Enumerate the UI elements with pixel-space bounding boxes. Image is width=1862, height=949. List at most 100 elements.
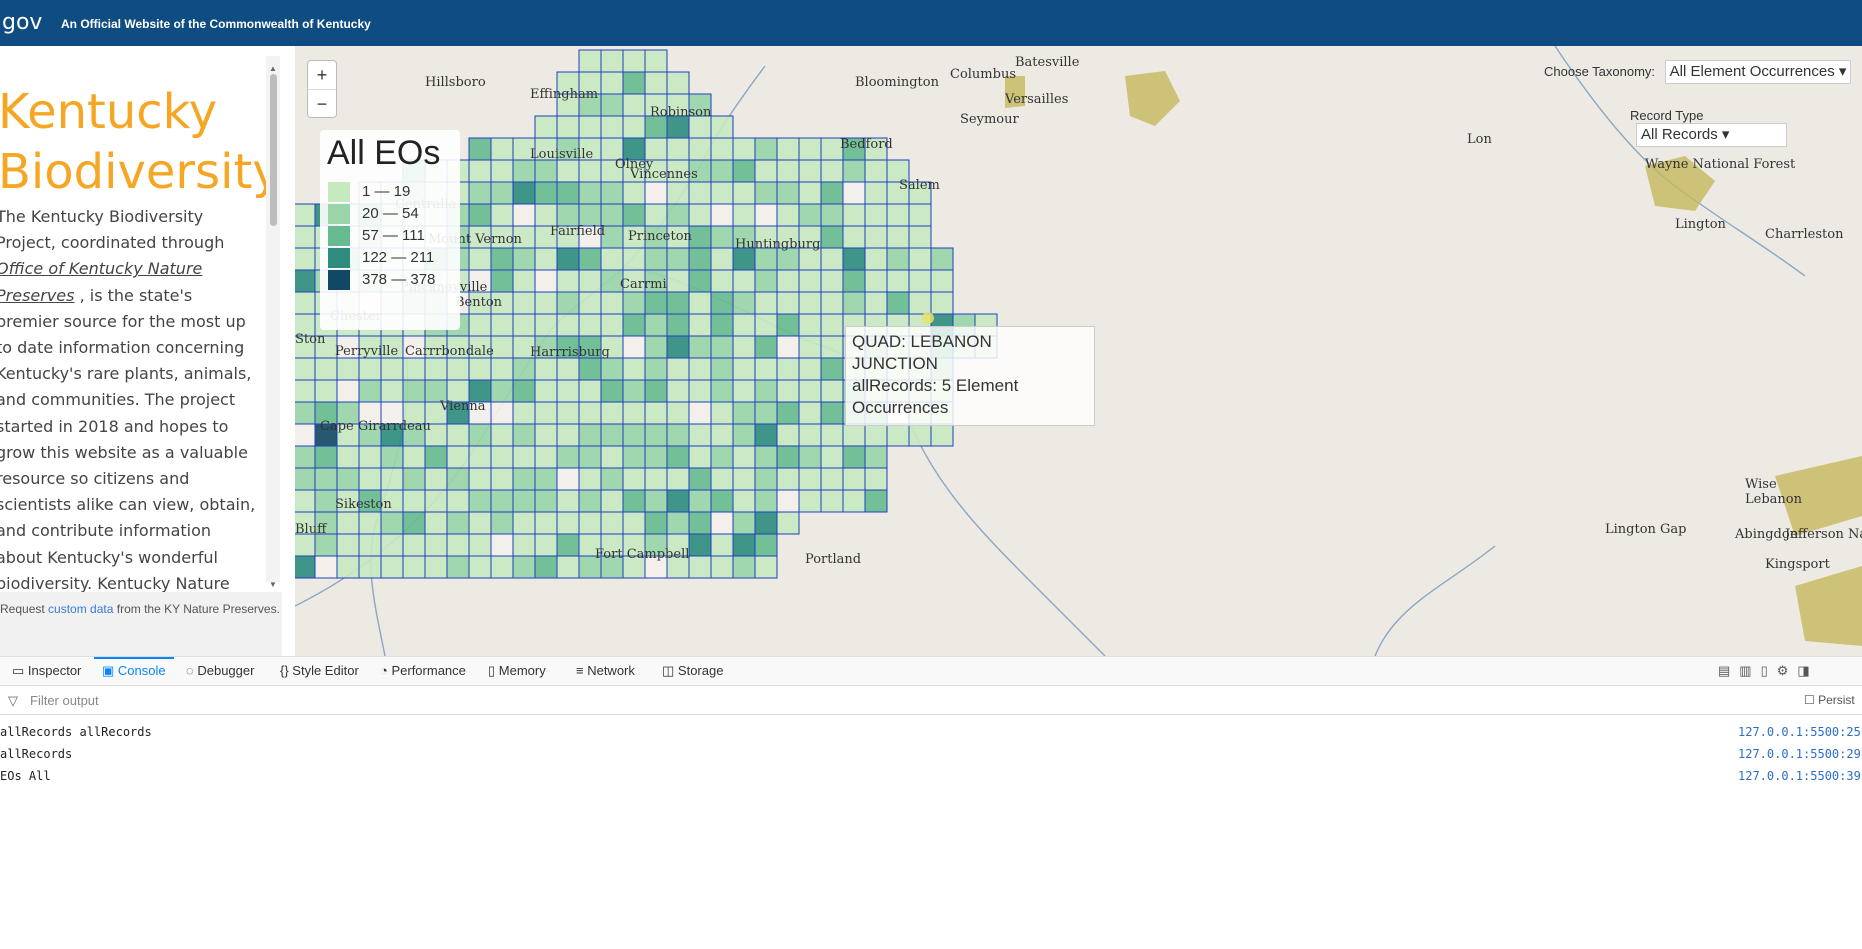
quad-cell[interactable] [446,467,470,491]
quad-cell[interactable] [512,401,536,425]
quad-cell[interactable] [534,357,558,381]
quad-cell[interactable] [578,423,602,447]
quad-cell[interactable] [600,511,624,535]
quad-cell[interactable] [644,313,668,337]
tab-performance[interactable]: ◔ Performance [380,663,466,678]
quad-cell[interactable] [732,489,756,513]
quad-cell[interactable] [776,313,800,337]
quad-cell[interactable] [490,313,514,337]
quad-cell[interactable] [864,247,888,271]
quad-cell[interactable] [336,511,360,535]
quad-cell[interactable] [600,379,624,403]
quad-cell[interactable] [864,269,888,293]
quad-cell[interactable] [710,291,734,315]
quad-cell[interactable] [820,159,844,183]
quad-cell[interactable] [930,423,954,447]
quad-cell[interactable] [798,269,822,293]
quad-cell[interactable] [710,335,734,359]
quad-cell[interactable] [710,489,734,513]
quad-cell[interactable] [336,379,360,403]
quad-cell[interactable] [666,423,690,447]
quad-cell[interactable] [886,269,910,293]
taxonomy-select[interactable]: All Element Occurrences ▾ [1664,60,1851,84]
quad-cell[interactable] [820,225,844,249]
quad-cell[interactable] [556,115,580,139]
quad-cell[interactable] [886,423,910,447]
quad-cell[interactable] [490,335,514,359]
quad-cell[interactable] [666,335,690,359]
quad-cell[interactable] [710,137,734,161]
responsive-mode-icon[interactable]: ▯ [1761,663,1777,678]
quad-cell[interactable] [622,335,646,359]
quad-cell[interactable] [820,335,844,359]
quad-cell[interactable] [908,291,932,315]
quad-cell[interactable] [776,181,800,205]
quad-cell[interactable] [512,423,536,447]
quad-cell[interactable] [295,247,316,271]
quad-cell[interactable] [600,203,624,227]
quad-cell[interactable] [732,379,756,403]
quad-cell[interactable] [798,445,822,469]
quad-cell[interactable] [754,181,778,205]
quad-cell[interactable] [358,467,382,491]
quad-cell[interactable] [534,401,558,425]
quad-cell[interactable] [556,269,580,293]
tab-memory[interactable]: ▯ Memory [488,663,546,679]
quad-cell[interactable] [468,247,492,271]
quad-cell[interactable] [864,291,888,315]
quad-cell[interactable] [776,489,800,513]
filter-output-input[interactable]: Filter output [30,693,99,708]
quad-cell[interactable] [380,533,404,557]
quad-cell[interactable] [622,511,646,535]
quad-cell[interactable] [534,203,558,227]
quad-cell[interactable] [295,225,316,249]
quad-cell[interactable] [358,357,382,381]
quad-cell[interactable] [776,203,800,227]
quad-cell[interactable] [864,159,888,183]
quad-cell[interactable] [644,379,668,403]
quad-cell[interactable] [622,181,646,205]
quad-cell[interactable] [446,489,470,513]
quad-cell[interactable] [688,467,712,491]
quad-cell[interactable] [776,335,800,359]
quad-cell[interactable] [424,489,448,513]
quad-cell[interactable] [295,357,316,381]
quad-cell[interactable] [688,423,712,447]
quad-cell[interactable] [556,203,580,227]
quad-cell[interactable] [490,159,514,183]
quad-cell[interactable] [776,467,800,491]
quad-cell[interactable] [842,423,866,447]
quad-cell[interactable] [622,467,646,491]
zoom-in-button[interactable]: + [308,61,336,90]
quad-cell[interactable] [468,467,492,491]
quad-cell[interactable] [666,357,690,381]
quad-cell[interactable] [842,181,866,205]
quad-cell[interactable] [468,181,492,205]
quad-cell[interactable] [534,489,558,513]
quad-cell[interactable] [295,533,316,557]
quad-cell[interactable] [490,445,514,469]
quad-cell[interactable] [864,203,888,227]
quad-cell[interactable] [556,489,580,513]
quad-cell[interactable] [600,291,624,315]
quad-cell[interactable] [644,203,668,227]
quad-cell[interactable] [295,203,316,227]
quad-cell[interactable] [798,181,822,205]
quad-cell[interactable] [446,511,470,535]
quad-cell[interactable] [622,203,646,227]
quad-cell[interactable] [754,313,778,337]
quad-cell[interactable] [336,467,360,491]
quad-cell[interactable] [512,489,536,513]
quad-cell[interactable] [754,335,778,359]
quad-cell[interactable] [314,379,338,403]
quad-cell[interactable] [666,181,690,205]
quad-cell[interactable] [468,489,492,513]
quad-cell[interactable] [295,401,316,425]
quad-cell[interactable] [490,555,514,579]
quad-cell[interactable] [600,49,624,73]
quad-cell[interactable] [798,489,822,513]
quad-cell[interactable] [864,225,888,249]
quad-cell[interactable] [732,313,756,337]
quad-cell[interactable] [820,489,844,513]
quad-cell[interactable] [644,467,668,491]
